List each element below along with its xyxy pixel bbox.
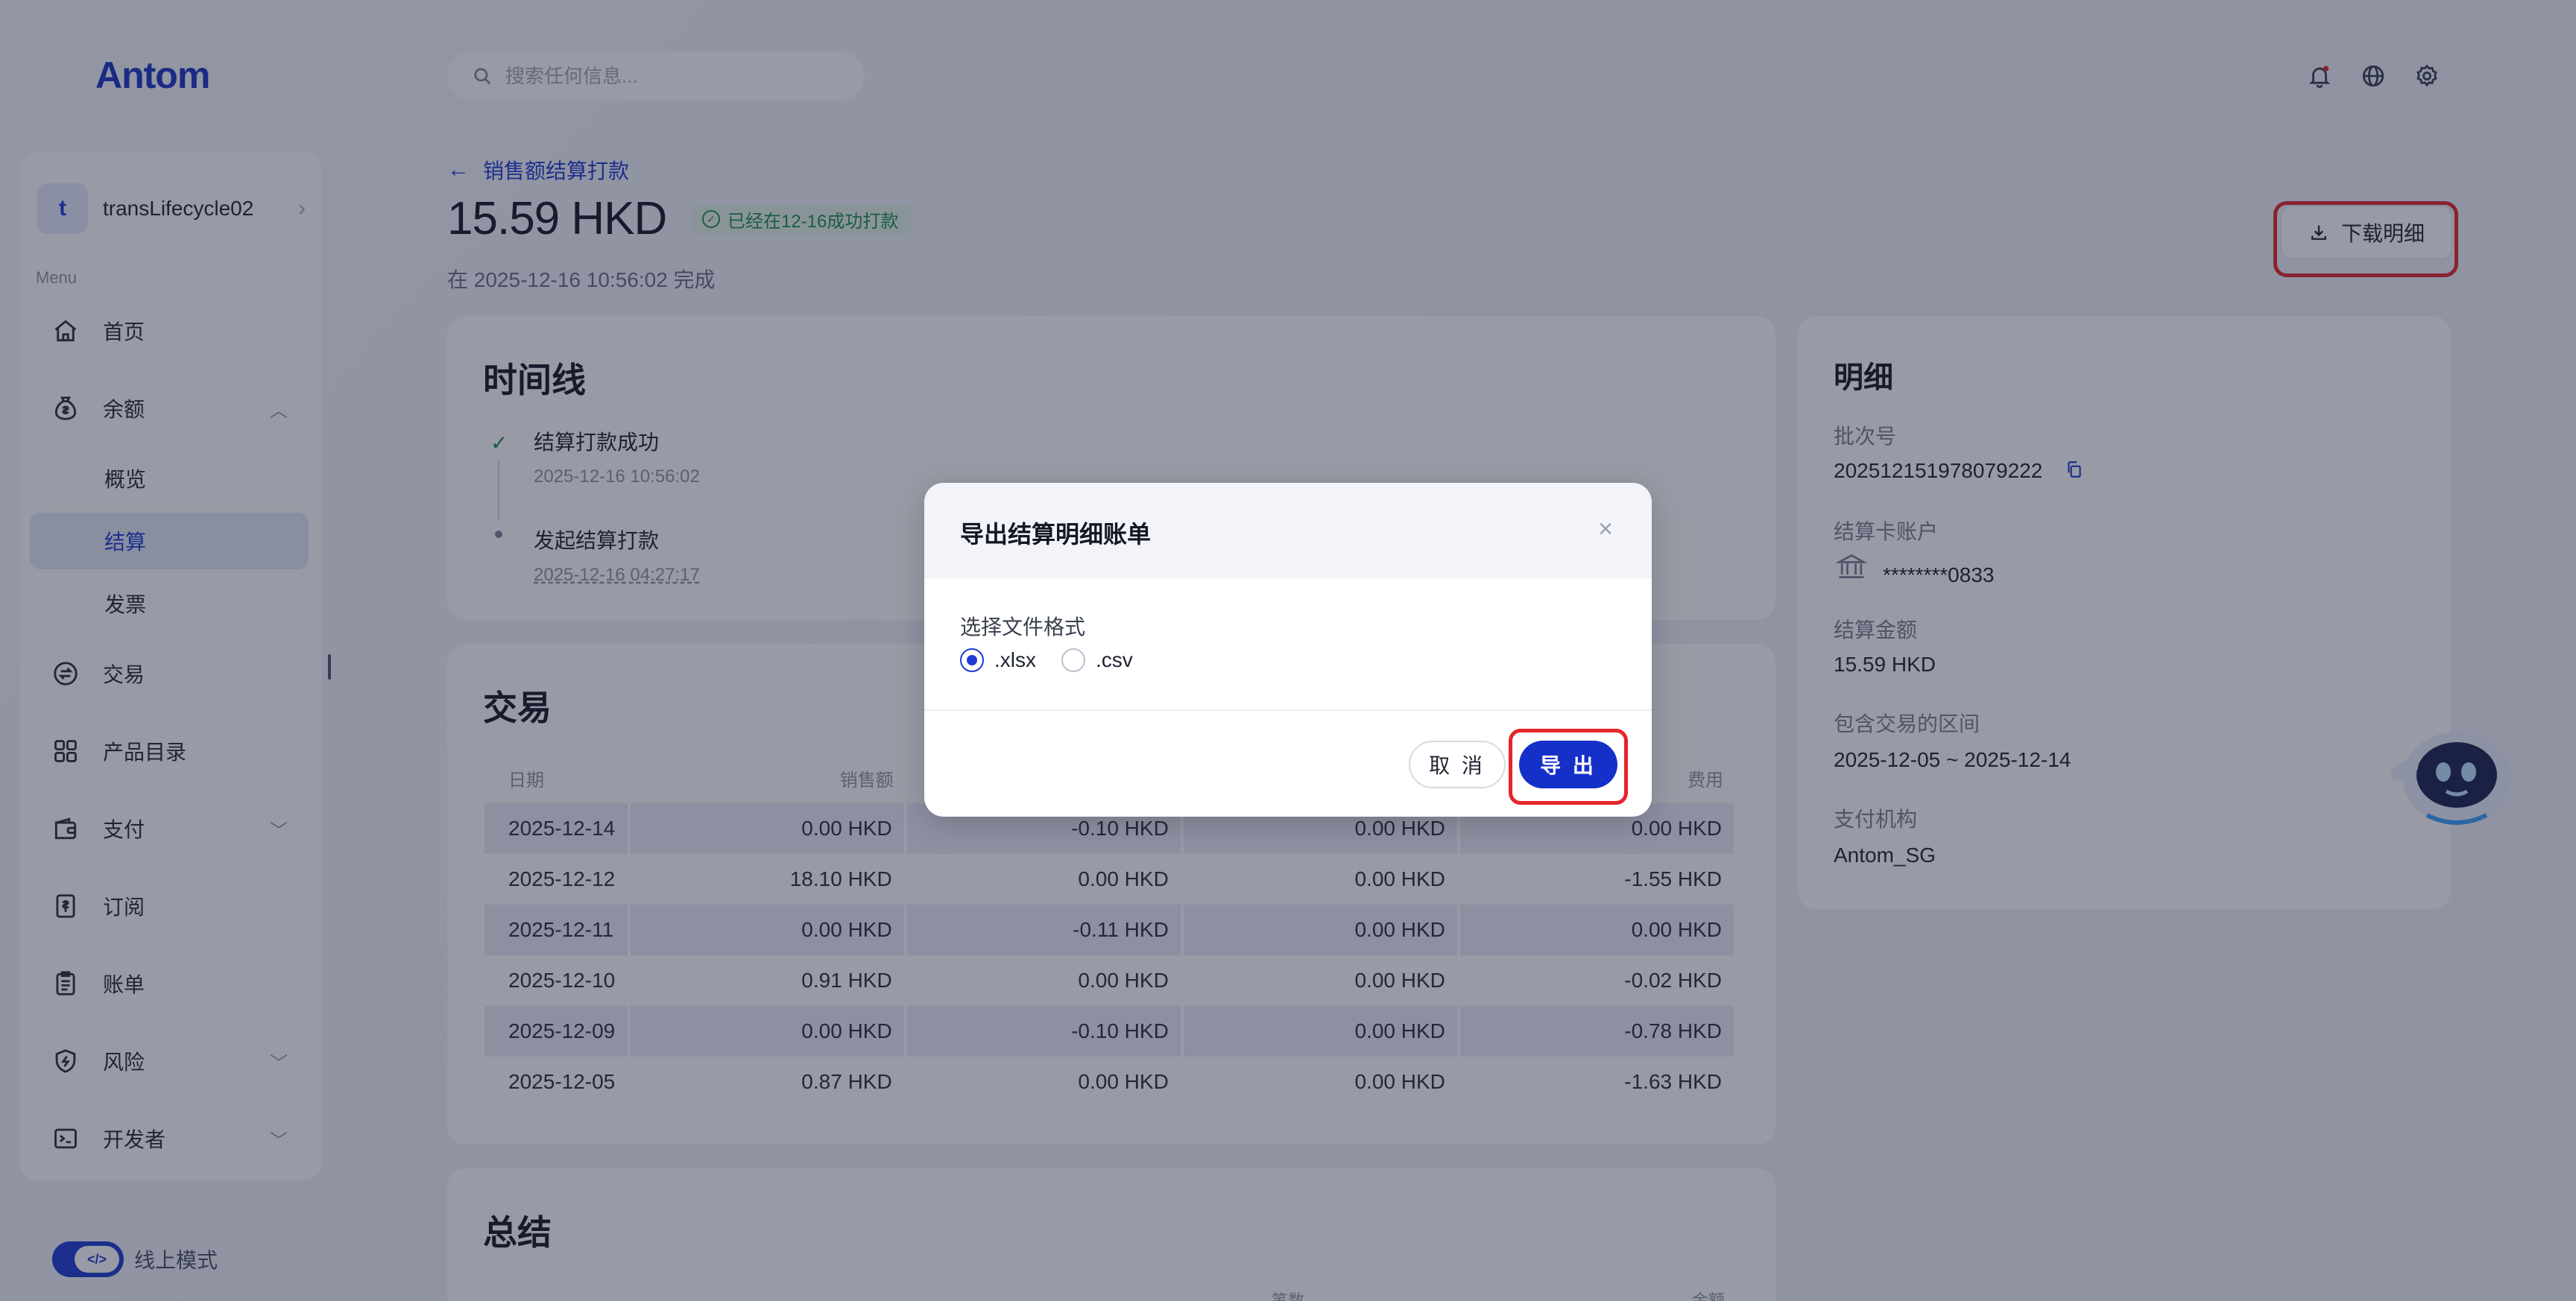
format-option-xlsx[interactable]: .xlsx [960, 648, 1036, 672]
export-highlight-box [1509, 729, 1628, 805]
file-format-radio-group: .xlsx .csv [960, 648, 1158, 672]
close-icon[interactable]: × [1589, 513, 1622, 545]
file-format-label: 选择文件格式 [960, 615, 1086, 639]
cancel-button[interactable]: 取 消 [1409, 741, 1506, 788]
radio-label: .csv [1096, 648, 1133, 671]
divider [924, 709, 1652, 711]
modal-title: 导出结算明细账单 [960, 521, 1152, 548]
radio-button[interactable] [960, 648, 984, 672]
format-option-csv[interactable]: .csv [1061, 648, 1133, 672]
radio-button[interactable] [1061, 648, 1085, 672]
radio-label: .xlsx [994, 648, 1036, 671]
